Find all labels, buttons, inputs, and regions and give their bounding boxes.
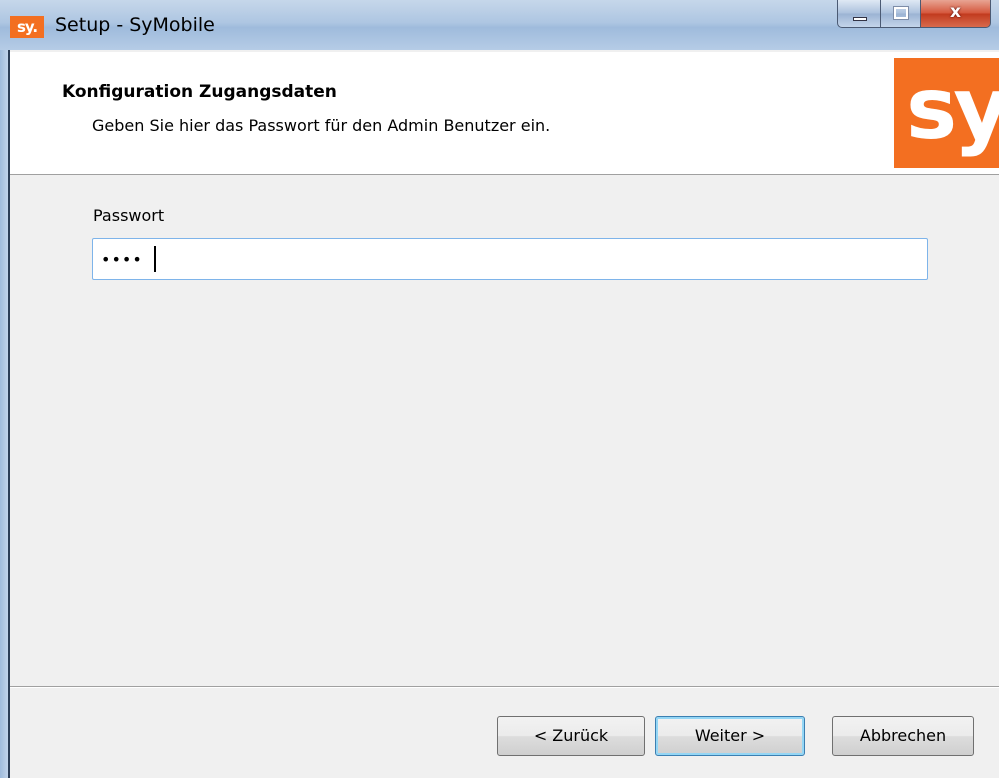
page-subtitle: Geben Sie hier das Passwort für den Admi… [92, 116, 551, 135]
title-bar[interactable]: sy. Setup - SyMobile x [0, 0, 999, 50]
password-label: Passwort [93, 206, 165, 225]
page-title: Konfiguration Zugangsdaten [62, 82, 337, 102]
caption-buttons: x [837, 0, 991, 30]
minimize-icon [853, 17, 867, 21]
cancel-button[interactable]: Abbrechen [832, 716, 974, 756]
brand-logo-text: sy. [906, 59, 999, 159]
close-button[interactable]: x [921, 0, 991, 28]
brand-logo: sy. [894, 58, 999, 168]
wizard-header: Konfiguration Zugangsdaten Geben Sie hie… [10, 52, 999, 175]
app-logo-icon: sy. [10, 16, 44, 38]
close-icon: x [950, 2, 961, 22]
next-button[interactable]: Weiter > [655, 716, 805, 756]
back-button[interactable]: < Zurück [497, 716, 645, 756]
maximize-icon [893, 6, 909, 20]
minimize-button[interactable] [837, 0, 881, 28]
footer-divider-highlight [10, 687, 999, 688]
maximize-button[interactable] [881, 0, 921, 28]
password-field[interactable] [92, 238, 928, 280]
text-caret [154, 246, 156, 272]
window-title: Setup - SyMobile [55, 14, 215, 36]
